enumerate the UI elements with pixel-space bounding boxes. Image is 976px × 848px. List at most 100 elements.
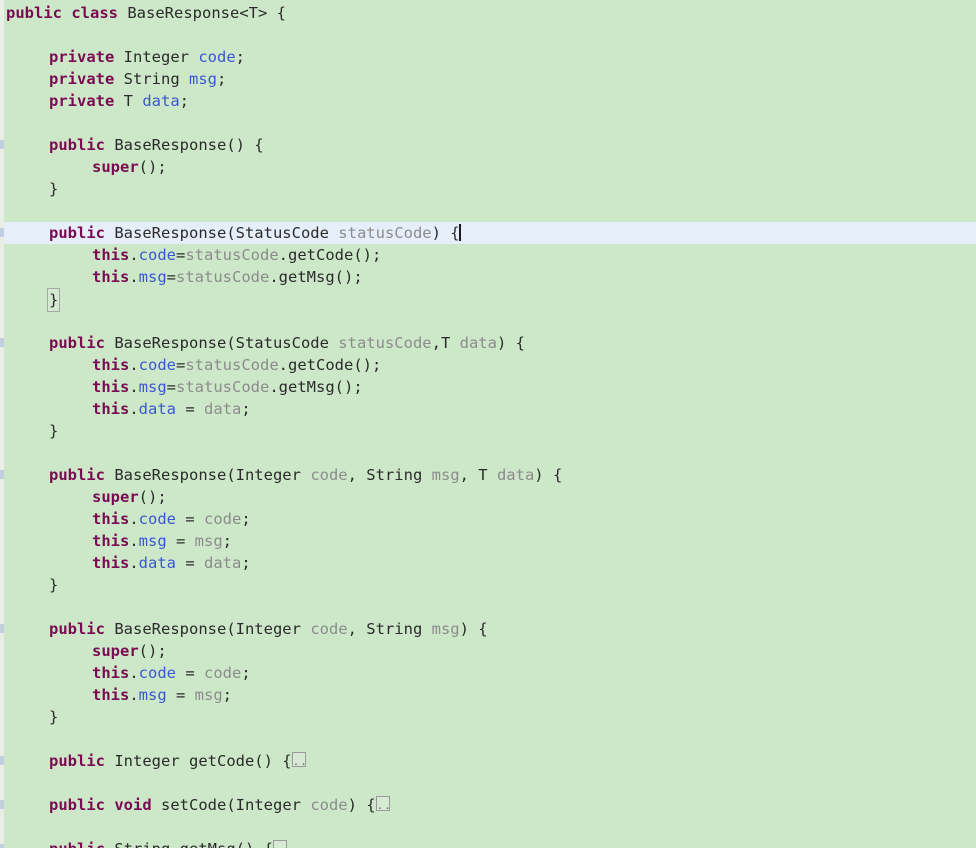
folded-region-marker[interactable]: .. [272,840,288,848]
code-line[interactable]: private Integer code; [0,46,976,68]
code-token: BaseResponse(StatusCode [105,224,339,242]
code-line[interactable]: public Integer getCode() {.. [0,750,976,772]
code-line[interactable]: } [0,420,976,442]
code-token: . [129,400,139,418]
code-line[interactable]: public String getMsg() {.. [0,838,976,848]
gutter-change-marker[interactable] [0,624,4,633]
keyword-token: super [92,642,139,660]
code-line[interactable] [0,24,976,46]
code-line-text: this.msg = msg; [6,684,232,706]
code-line[interactable]: public BaseResponse(Integer code, String… [0,464,976,486]
code-line[interactable]: } [0,706,976,728]
code-line-text: private String msg; [6,68,226,90]
code-token: . [129,378,139,396]
code-line[interactable]: } [0,178,976,200]
code-line-text: } [6,288,61,312]
code-line[interactable]: this.data = data; [0,552,976,574]
code-line[interactable]: private String msg; [0,68,976,90]
folded-region-marker[interactable]: .. [375,796,391,811]
code-token: BaseResponse<T> { [118,4,286,22]
keyword-token: public [49,466,105,484]
code-editor[interactable]: public class BaseResponse<T> { private In… [0,0,976,848]
folded-region-marker[interactable]: .. [291,752,307,767]
parameter-token: data [204,400,242,418]
keyword-token: public [6,4,62,22]
code-token: Integer getCode() { [105,752,292,770]
code-line[interactable] [0,596,976,618]
code-line[interactable]: } [0,574,976,596]
code-token: } [49,576,59,594]
code-line[interactable]: this.code=statusCode.getCode(); [0,354,976,376]
code-line[interactable]: super(); [0,486,976,508]
editor-gutter-strip[interactable] [0,0,4,848]
code-line[interactable] [0,310,976,332]
code-line[interactable]: this.msg = msg; [0,684,976,706]
code-line[interactable] [0,772,976,794]
code-line-text: this.data = data; [6,398,251,420]
code-line[interactable]: } [0,288,976,312]
code-token: ) { [347,796,376,814]
code-line[interactable]: private T data; [0,90,976,112]
code-line-text: public void setCode(Integer code) {.. [6,794,391,816]
code-line[interactable]: this.msg = msg; [0,530,976,552]
code-line-current[interactable]: public BaseResponse(StatusCode statusCod… [0,222,976,244]
gutter-change-marker[interactable] [0,140,4,149]
text-caret [458,224,461,241]
code-line-text: this.code = code; [6,662,251,684]
gutter-change-marker[interactable] [0,756,4,765]
code-line[interactable]: super(); [0,640,976,662]
code-token: T [114,92,143,110]
parameter-token: msg [194,686,223,704]
code-token: (); [138,158,167,176]
field-token: msg [188,70,217,88]
gutter-change-marker[interactable] [0,228,4,237]
code-content-area[interactable]: public class BaseResponse<T> { private In… [0,0,976,848]
code-line[interactable] [0,442,976,464]
code-line[interactable]: this.code=statusCode.getCode(); [0,244,976,266]
code-token: ; [222,532,233,550]
parameter-token: data [496,466,535,484]
code-line[interactable]: this.data = data; [0,398,976,420]
keyword-token: this [92,554,130,572]
parameter-token: statusCode [338,224,432,242]
field-token: msg [138,268,167,286]
code-line[interactable]: public BaseResponse() { [0,134,976,156]
field-token: code [138,664,176,682]
code-line[interactable] [0,816,976,838]
code-line[interactable] [0,112,976,134]
field-token: code [198,48,236,66]
code-line[interactable]: this.code = code; [0,508,976,530]
code-line-text: public BaseResponse(Integer code, String… [6,618,488,640]
code-line[interactable]: public class BaseResponse<T> { [0,2,976,24]
code-line-text: public BaseResponse(StatusCode statusCod… [6,332,525,354]
code-line[interactable]: this.msg=statusCode.getMsg(); [0,266,976,288]
code-token: } [49,422,59,440]
code-line-text: public class BaseResponse<T> { [6,2,286,24]
code-line[interactable]: public BaseResponse(StatusCode statusCod… [0,332,976,354]
field-token: msg [138,532,167,550]
field-token: msg [138,378,167,396]
gutter-change-marker[interactable] [0,470,4,479]
parameter-token: code [204,510,242,528]
field-token: data [142,92,180,110]
code-token: = [176,246,186,264]
keyword-token: this [92,664,130,682]
code-token: BaseResponse(StatusCode [105,334,339,352]
code-line[interactable]: public BaseResponse(Integer code, String… [0,618,976,640]
code-line[interactable] [0,728,976,750]
code-line[interactable] [0,200,976,222]
code-line[interactable]: public void setCode(Integer code) {.. [0,794,976,816]
keyword-token: this [92,532,130,550]
code-line[interactable]: this.code = code; [0,662,976,684]
code-token: = [166,378,177,396]
gutter-change-marker[interactable] [0,800,4,809]
gutter-change-marker[interactable] [0,844,4,848]
code-line[interactable]: super(); [0,156,976,178]
code-line-text: this.msg=statusCode.getMsg(); [6,266,363,288]
code-token: String [114,70,189,88]
code-line-text: public String getMsg() {.. [6,838,288,848]
gutter-change-marker[interactable] [0,338,4,347]
code-line[interactable]: this.msg=statusCode.getMsg(); [0,376,976,398]
